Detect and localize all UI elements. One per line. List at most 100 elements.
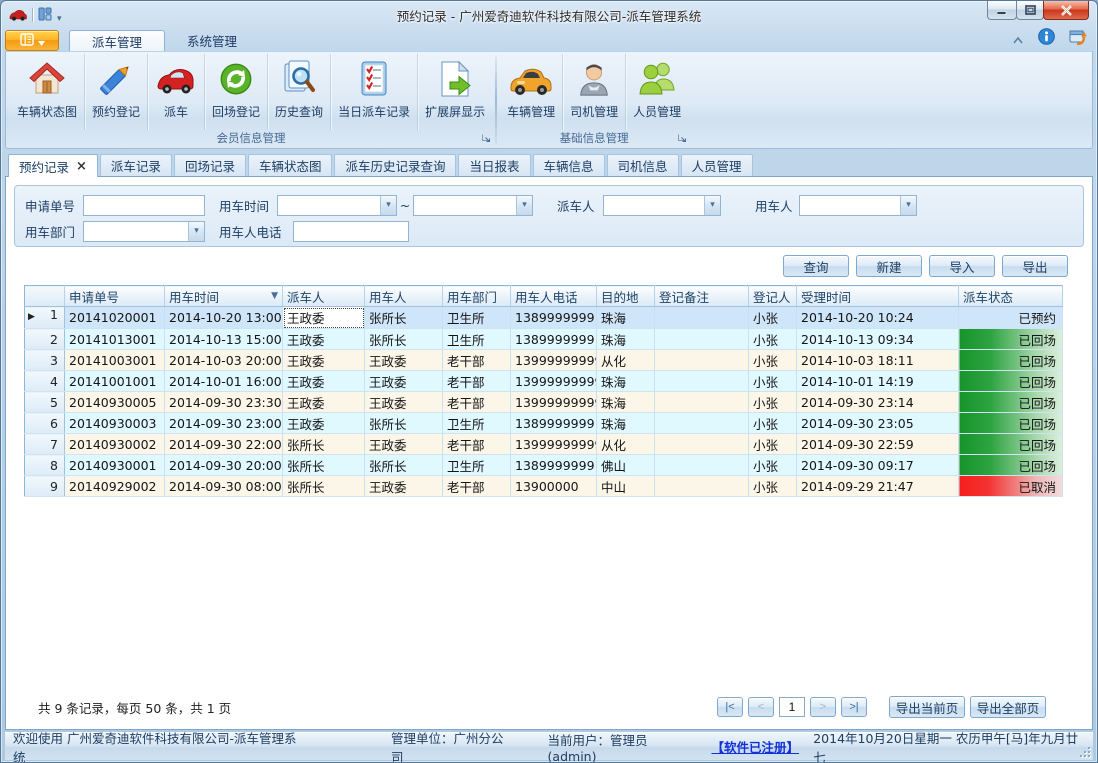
grid-cell[interactable]: 13900000 (511, 476, 597, 497)
doc-tab-6[interactable]: 当日报表 (458, 154, 530, 176)
grid-cell[interactable]: 13999999999 (511, 434, 597, 455)
dispatch-status-cell[interactable]: 已回场 (959, 455, 1063, 476)
reservation-register-button[interactable]: 预约登记 (84, 54, 147, 130)
grid-cell[interactable]: 2014-09-30 08:00 (165, 476, 283, 497)
column-header[interactable]: 登记备注 (655, 286, 749, 307)
grid-cell[interactable]: 王政委 (283, 307, 365, 329)
personnel-management-button[interactable]: 人员管理 (625, 54, 688, 130)
grid-cell[interactable]: 2014-10-20 10:24 (797, 307, 959, 329)
grid-cell[interactable]: 2014-09-30 22:59 (797, 434, 959, 455)
doc-tab-9[interactable]: 人员管理 (681, 154, 753, 176)
grid-cell[interactable]: 2014-10-13 15:00 (165, 329, 283, 350)
grid-cell[interactable]: 珠海 (597, 392, 655, 413)
dispatch-status-cell[interactable]: 已回场 (959, 371, 1063, 392)
grid-cell[interactable]: 20140930005 (65, 392, 165, 413)
next-page-button[interactable]: > (810, 697, 836, 717)
table-row[interactable]: 3201410030012014-10-03 20:00王政委王政委老干部139… (25, 350, 1063, 371)
extend-screen-button[interactable]: 扩展屏显示 (417, 54, 492, 130)
grid-cell[interactable] (655, 371, 749, 392)
new-button[interactable]: 新建 (856, 255, 922, 277)
grid-cell[interactable]: 珠海 (597, 329, 655, 350)
about-icon[interactable] (1069, 28, 1087, 49)
table-row[interactable]: 2201410130012014-10-13 15:00王政委张所长卫生所138… (25, 329, 1063, 350)
grid-cell[interactable]: 13999999999 (511, 392, 597, 413)
grid-cell[interactable]: 2014-09-30 20:00 (165, 455, 283, 476)
grid-cell[interactable]: 13999999999 (511, 350, 597, 371)
column-header[interactable]: 申请单号 (65, 286, 165, 307)
dispatch-status-cell[interactable]: 已回场 (959, 329, 1063, 350)
grid-cell[interactable]: 王政委 (283, 392, 365, 413)
grid-cell[interactable]: 从化 (597, 350, 655, 371)
dropdown-caret-icon[interactable] (57, 6, 62, 25)
driver-management-button[interactable]: 司机管理 (562, 54, 625, 130)
grid-cell[interactable]: 2014-10-03 18:11 (797, 350, 959, 371)
grid-cell[interactable]: 2014-09-30 23:05 (797, 413, 959, 434)
row-indicator[interactable]: 6 (25, 413, 65, 434)
grid-cell[interactable] (655, 350, 749, 371)
grid-cell[interactable]: 张所长 (283, 455, 365, 476)
page-number-input[interactable] (779, 697, 805, 717)
grid-cell[interactable]: 20141013001 (65, 329, 165, 350)
grid-cell[interactable]: 2014-10-03 20:00 (165, 350, 283, 371)
dispatch-status-cell[interactable]: 已预约 (959, 307, 1063, 329)
grid-cell[interactable]: 20141020001 (65, 307, 165, 329)
use-time-from-combo[interactable] (277, 195, 397, 216)
column-header[interactable]: 受理时间 (797, 286, 959, 307)
row-indicator[interactable]: 2 (25, 329, 65, 350)
dispatch-status-cell[interactable]: 已取消 (959, 476, 1063, 497)
dialog-launcher-icon[interactable] (481, 132, 491, 146)
car-user-combo[interactable] (799, 195, 917, 216)
grid-cell[interactable]: 2014-10-01 14:19 (797, 371, 959, 392)
table-row[interactable]: 9201409290022014-09-30 08:00张所长王政委老干部139… (25, 476, 1063, 497)
dispatch-status-cell[interactable]: 已回场 (959, 413, 1063, 434)
column-header[interactable]: 用车人 (365, 286, 443, 307)
dispatch-status-cell[interactable]: 已回场 (959, 392, 1063, 413)
grid-cell[interactable]: 珠海 (597, 371, 655, 392)
grid-cell[interactable] (655, 476, 749, 497)
chevron-down-icon[interactable] (188, 222, 204, 241)
grid-cell[interactable]: 2014-09-30 09:17 (797, 455, 959, 476)
export-all-pages-button[interactable]: 导出全部页 (970, 696, 1046, 718)
grid-cell[interactable]: 小张 (749, 455, 797, 476)
row-indicator[interactable]: 5 (25, 392, 65, 413)
dept-combo[interactable] (83, 221, 205, 242)
grid-cell[interactable]: 小张 (749, 307, 797, 329)
row-indicator[interactable]: 8 (25, 455, 65, 476)
grid-cell[interactable]: 2014-09-30 23:00 (165, 413, 283, 434)
grid-cell[interactable] (655, 434, 749, 455)
grid-cell[interactable]: 珠海 (597, 413, 655, 434)
grid-cell[interactable]: 张所长 (283, 434, 365, 455)
grid-cell[interactable]: 老干部 (443, 392, 511, 413)
resize-grip-icon[interactable] (1078, 745, 1090, 757)
grid-cell[interactable]: 卫生所 (443, 455, 511, 476)
grid-cell[interactable]: 王政委 (365, 392, 443, 413)
grid-cell[interactable]: 卫生所 (443, 329, 511, 350)
doc-tab-1[interactable]: 预约记录× (8, 154, 98, 177)
column-header[interactable]: 派车状态 (959, 286, 1063, 307)
grid-cell[interactable]: 小张 (749, 371, 797, 392)
grid-cell[interactable]: 2014-10-01 16:00 (165, 371, 283, 392)
grid-cell[interactable]: 张所长 (365, 329, 443, 350)
dispatch-status-cell[interactable]: 已回场 (959, 434, 1063, 455)
grid-cell[interactable] (655, 413, 749, 434)
chevron-down-icon[interactable] (516, 196, 532, 215)
sort-desc-icon[interactable]: ▼ (271, 291, 278, 301)
doc-tab-8[interactable]: 司机信息 (607, 154, 679, 176)
export-button[interactable]: 导出 (1002, 255, 1068, 277)
phone-input[interactable] (293, 221, 409, 242)
grid-cell[interactable]: 张所长 (283, 476, 365, 497)
grid-cell[interactable]: 小张 (749, 413, 797, 434)
grid-cell[interactable]: 小张 (749, 392, 797, 413)
table-row[interactable]: 7201409300022014-09-30 22:00张所长王政委老干部139… (25, 434, 1063, 455)
grid-cell[interactable]: 20140930003 (65, 413, 165, 434)
grid-cell[interactable]: 1389999999 (511, 455, 597, 476)
grid-cell[interactable]: 2014-09-30 23:14 (797, 392, 959, 413)
table-row[interactable]: 4201410010012014-10-01 16:00王政委王政委老干部139… (25, 371, 1063, 392)
application-menu-button[interactable] (5, 30, 59, 51)
row-indicator[interactable]: 3 (25, 350, 65, 371)
chevron-down-icon[interactable] (900, 196, 916, 215)
quick-access-layout-icon[interactable] (38, 6, 52, 25)
column-header[interactable]: 目的地 (597, 286, 655, 307)
doc-tab-5[interactable]: 派车历史记录查询 (334, 154, 456, 176)
grid-cell[interactable]: 王政委 (283, 371, 365, 392)
